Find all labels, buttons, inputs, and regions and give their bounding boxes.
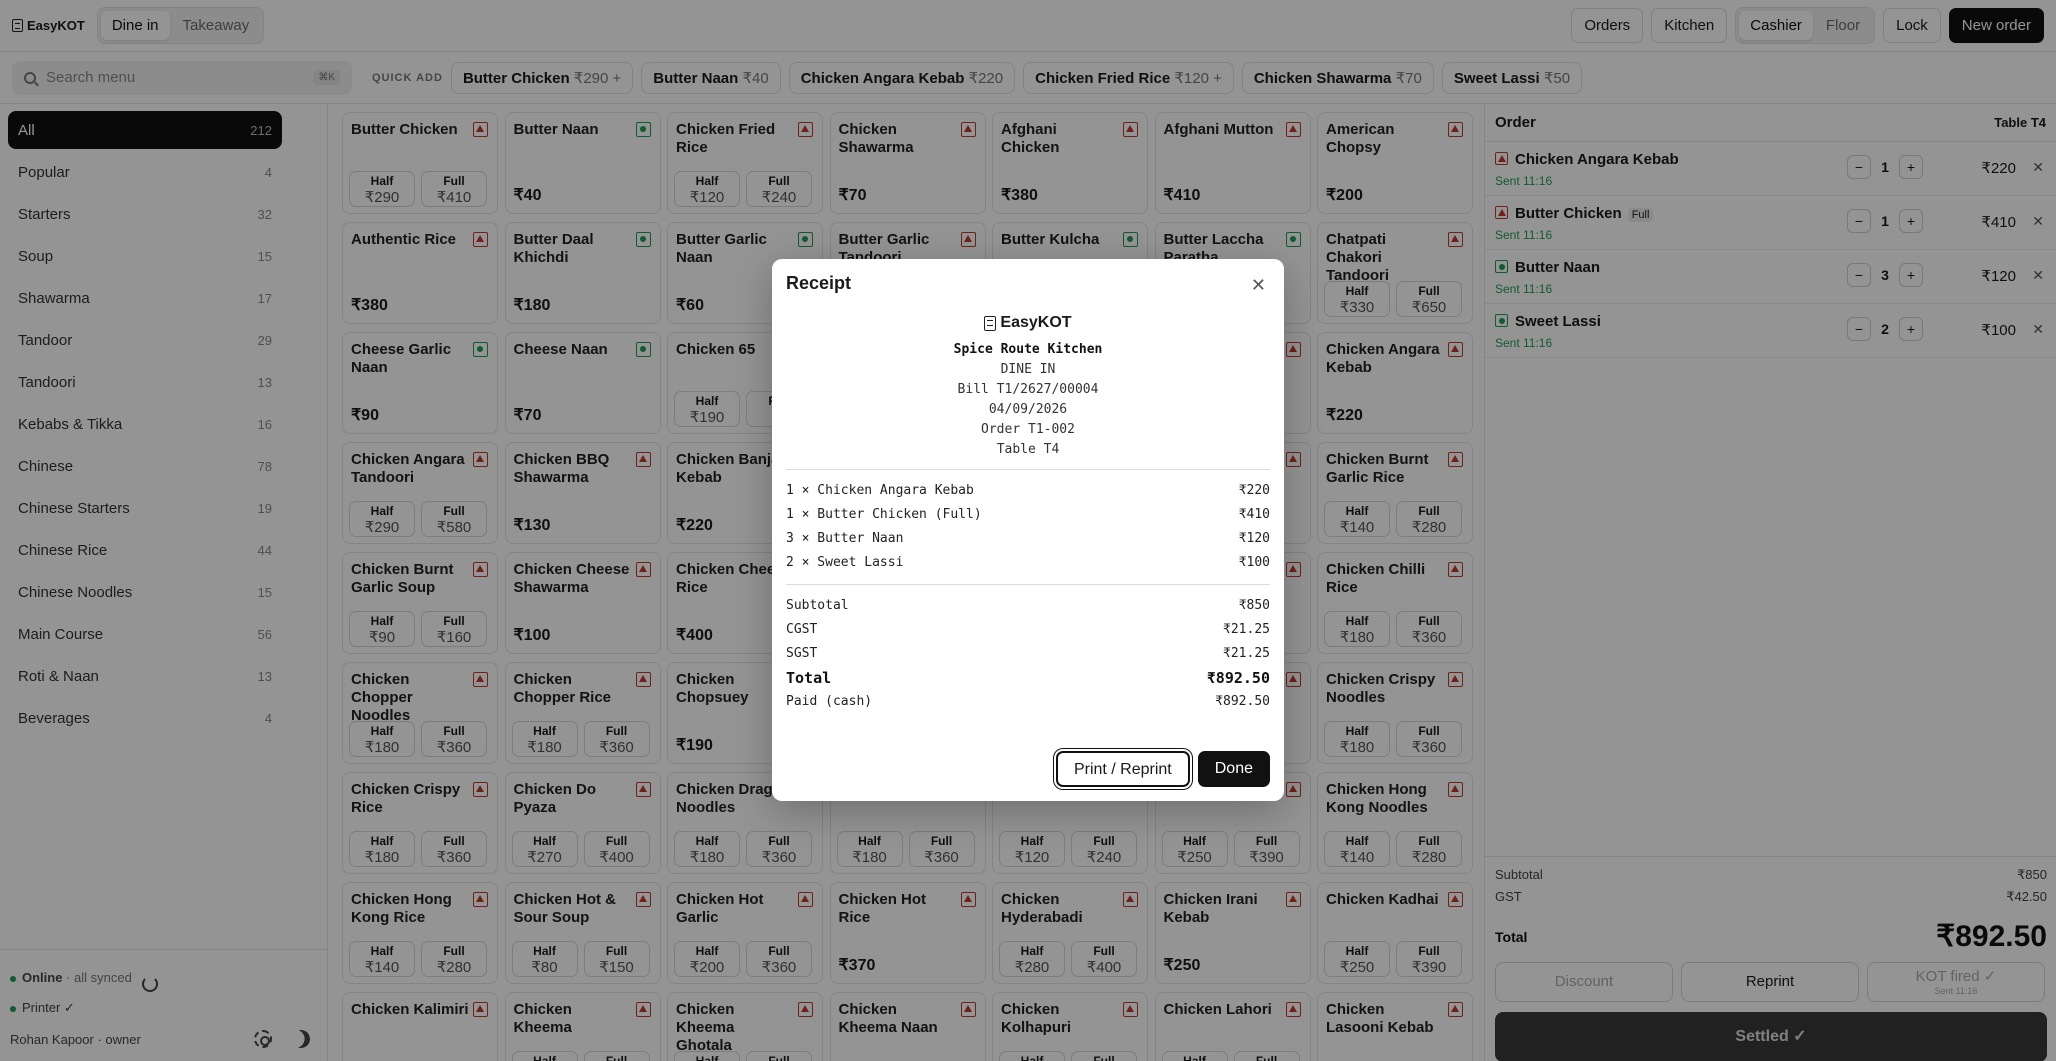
receipt-item-amount: ₹220 bbox=[1238, 483, 1270, 498]
receipt-sgst-label: SGST bbox=[786, 646, 818, 661]
receipt-item-row: 1 × Butter Chicken (Full) ₹410 bbox=[786, 503, 1270, 527]
receipt-item-row: 1 × Chicken Angara Kebab ₹220 bbox=[786, 479, 1270, 503]
receipt-cgst-row: CGST ₹21.25 bbox=[786, 618, 1270, 642]
receipt-item-desc: 1 × Chicken Angara Kebab bbox=[786, 483, 974, 498]
restaurant-name: Spice Route Kitchen bbox=[953, 342, 1103, 357]
dialog-title: Receipt bbox=[786, 273, 852, 293]
receipt-item-row: 2 × Sweet Lassi ₹100 bbox=[786, 551, 1270, 575]
receipt-dialog: Receipt ✕ EasyKOT Spice Route Kitchen DI… bbox=[772, 259, 1284, 801]
receipt-item-desc: 3 × Butter Naan bbox=[786, 531, 904, 546]
done-button[interactable]: Done bbox=[1197, 751, 1270, 787]
receipt-subtotal-row: Subtotal ₹850 bbox=[786, 594, 1270, 618]
receipt-item-amount: ₹120 bbox=[1238, 531, 1270, 546]
receipt-brand-name: EasyKOT bbox=[1000, 314, 1072, 331]
receipt-items: 1 × Chicken Angara Kebab ₹220 1 × Butter C… bbox=[786, 479, 1270, 575]
receipt-item-amount: ₹100 bbox=[1238, 555, 1270, 570]
order-number: Order T1-002 bbox=[981, 422, 1075, 437]
receipt-subtotal-value: ₹850 bbox=[1238, 598, 1270, 613]
receipt-item-desc: 2 × Sweet Lassi bbox=[786, 555, 904, 570]
receipt-cgst-value: ₹21.25 bbox=[1223, 622, 1270, 637]
divider bbox=[786, 584, 1270, 585]
receipt-subtotal-label: Subtotal bbox=[786, 598, 849, 613]
dialog-actions: Print / Reprint Done bbox=[1055, 751, 1270, 787]
close-icon[interactable]: ✕ bbox=[1251, 275, 1266, 296]
receipt-item-row: 3 × Butter Naan ₹120 bbox=[786, 527, 1270, 551]
receipt-sgst-value: ₹21.25 bbox=[1223, 646, 1270, 661]
receipt-sgst-row: SGST ₹21.25 bbox=[786, 642, 1270, 666]
receipt-totals: Subtotal ₹850 CGST ₹21.25 SGST ₹21.25 Total… bbox=[786, 594, 1270, 714]
print-reprint-button[interactable]: Print / Reprint bbox=[1055, 751, 1190, 787]
receipt-brand: EasyKOT bbox=[786, 314, 1270, 332]
receipt-paid-row: Paid (cash) ₹892.50 bbox=[786, 690, 1270, 714]
table-number: Table T4 bbox=[996, 442, 1060, 457]
order-mode: DINE IN bbox=[1000, 362, 1056, 377]
bill-date: 04/09/2026 bbox=[988, 402, 1068, 417]
receipt-total-row: Total ₹892.50 bbox=[786, 666, 1270, 690]
receipt-cgst-label: CGST bbox=[786, 622, 818, 637]
bill-number: Bill T1/2627/00004 bbox=[957, 382, 1099, 397]
receipt-item-amount: ₹410 bbox=[1238, 507, 1270, 522]
receipt-total-label: Total bbox=[786, 669, 832, 687]
receipt-paid-value: ₹892.50 bbox=[1215, 694, 1270, 709]
receipt-header: Spice Route Kitchen DINE IN Bill T1/2627… bbox=[786, 340, 1270, 460]
receipt-logo-icon bbox=[984, 315, 997, 331]
receipt-item-desc: 1 × Butter Chicken (Full) bbox=[786, 507, 982, 522]
receipt-paid-label: Paid (cash) bbox=[786, 694, 873, 709]
divider bbox=[786, 469, 1270, 470]
receipt-total-value: ₹892.50 bbox=[1206, 669, 1270, 687]
